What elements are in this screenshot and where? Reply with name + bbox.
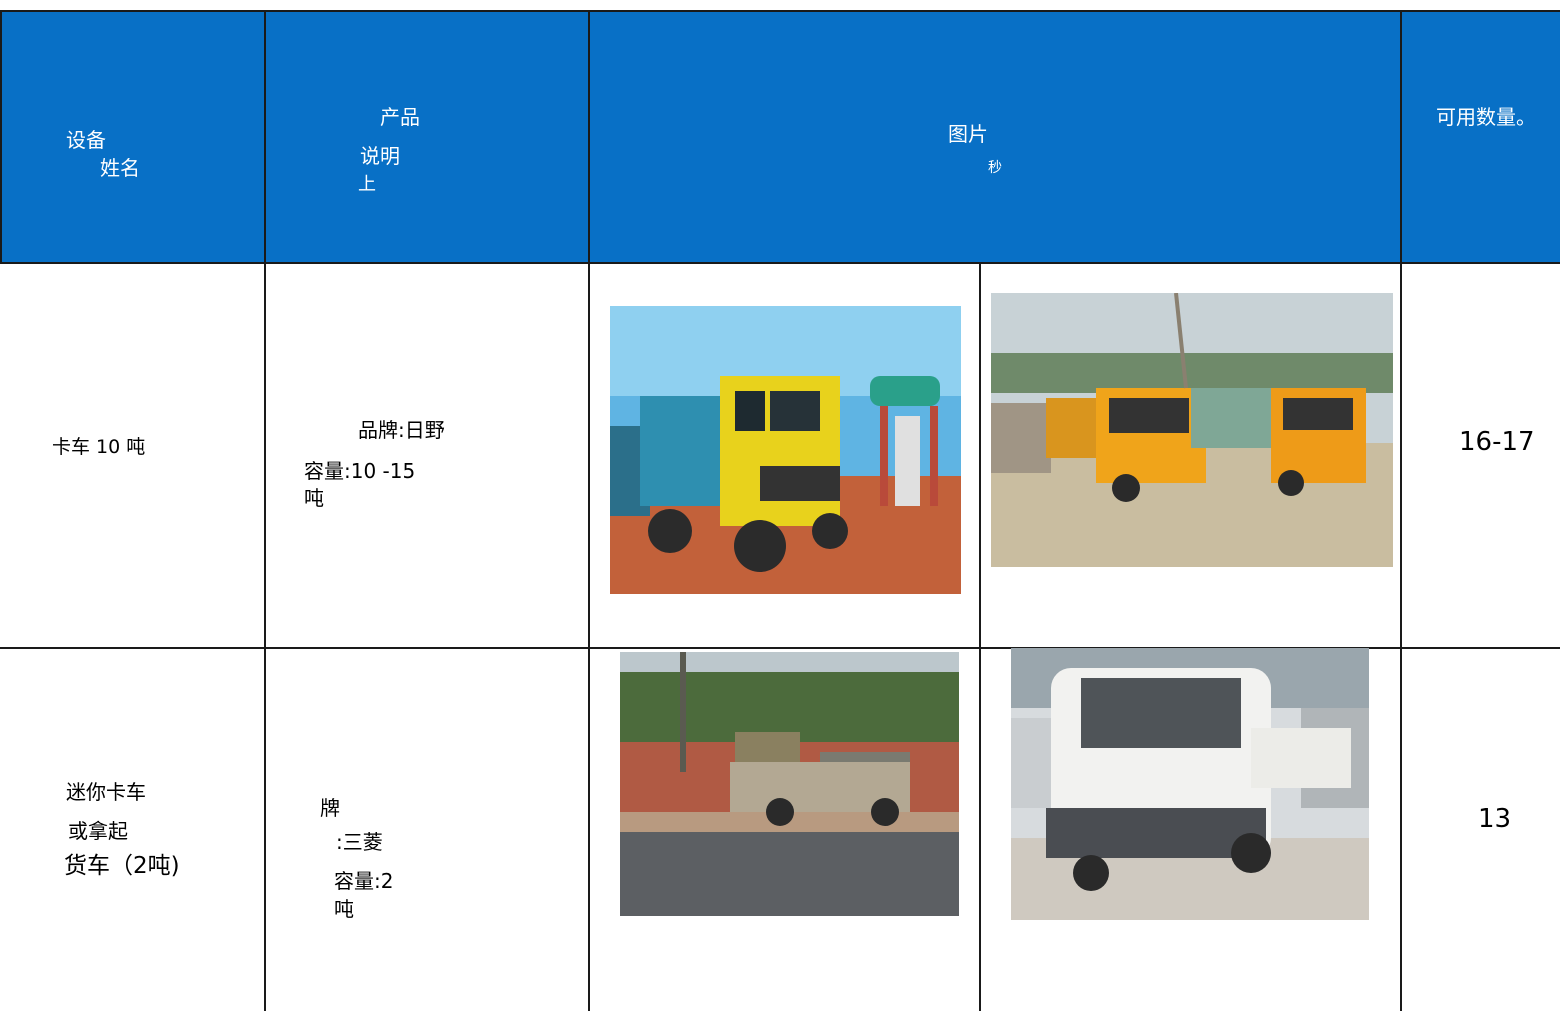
- header-picture-label: 图片: [948, 122, 988, 146]
- table-header: [0, 11, 1560, 263]
- white-mini-truck-photo: [1011, 648, 1369, 920]
- row2-capacity-unit: 吨: [334, 897, 354, 921]
- row2-quantity: 13: [1478, 804, 1512, 834]
- header-equipment-label-2: 姓名: [100, 156, 140, 180]
- row2-equipment-name-3: 货车（2吨): [64, 853, 180, 879]
- header-product-label-2: 说明: [360, 144, 400, 168]
- header-bottom-border: [0, 262, 1560, 264]
- row1-brand: 品牌:日野: [358, 418, 445, 442]
- pickup-truck-photo: [620, 652, 959, 916]
- row1-quantity: 16-17: [1459, 427, 1535, 457]
- header-quantity-label: 可用数量。: [1436, 105, 1536, 129]
- column-divider-1: [264, 10, 266, 1011]
- equipment-table: 设备 姓名 产品 说明 上 图片 秒 可用数量。 卡车 10 吨 品牌:日野 容…: [0, 0, 1560, 1011]
- column-divider-photos: [979, 262, 981, 1011]
- top-border: [0, 10, 1560, 12]
- left-border: [0, 10, 2, 264]
- header-product-label-3: 上: [358, 174, 376, 195]
- row2-brand-label: 牌: [320, 796, 340, 820]
- row1-capacity-unit: 吨: [304, 486, 324, 510]
- row2-equipment-name-2: 或拿起: [68, 819, 128, 843]
- row2-equipment-name-1: 迷你卡车: [66, 780, 146, 804]
- row1-capacity: 容量:10 -15: [304, 459, 416, 483]
- orange-trucks-fleet-photo: [991, 293, 1393, 567]
- row1-equipment-name: 卡车 10 吨: [52, 436, 146, 458]
- column-divider-3: [1400, 10, 1402, 1011]
- header-picture-sublabel: 秒: [988, 160, 1002, 176]
- row2-brand-value: :三菱: [336, 830, 383, 854]
- yellow-truck-photo: [610, 306, 961, 594]
- header-equipment-label-1: 设备: [66, 128, 106, 152]
- row2-capacity: 容量:2: [334, 869, 394, 893]
- column-divider-2: [588, 10, 590, 1011]
- header-product-label-1: 产品: [380, 105, 420, 129]
